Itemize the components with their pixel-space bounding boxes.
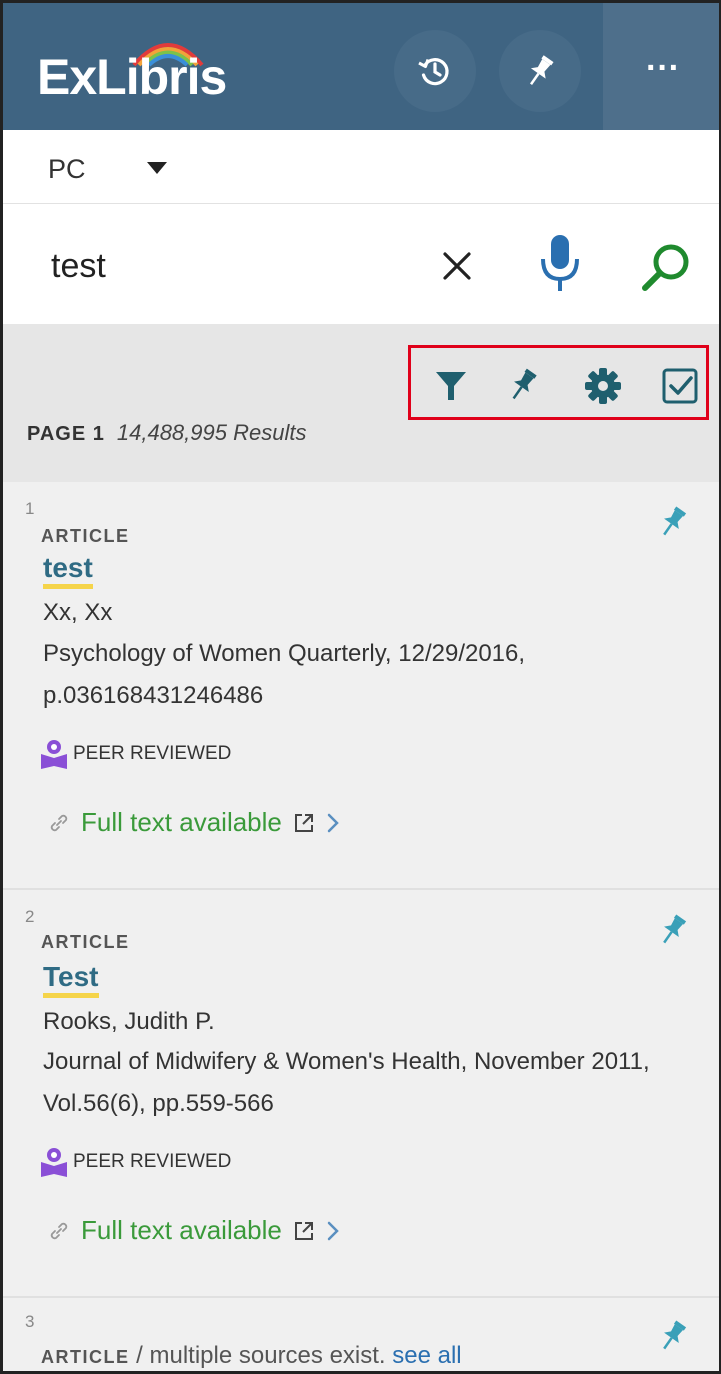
external-link-icon — [294, 813, 313, 832]
history-icon — [418, 58, 449, 86]
gear-icon — [585, 368, 621, 404]
result-source: Psychology of Women Quarterly, 12/29/201… — [43, 640, 526, 709]
result-title-link[interactable]: Test — [43, 962, 99, 998]
filter-icon — [436, 372, 466, 400]
pushpin-icon — [512, 368, 537, 400]
result-type-label: ARTICLE — [41, 1347, 130, 1367]
peer-reviewed-icon — [41, 1148, 67, 1177]
result-number: 2 — [25, 907, 35, 926]
caret-down-icon — [147, 162, 167, 174]
result-type: ARTICLE — [41, 526, 130, 546]
result-count: 14,488,995 Results — [116, 420, 307, 445]
more-menu-button[interactable]: ··· — [623, 51, 703, 93]
peer-reviewed-badge: PEER REVIEWED — [39, 738, 231, 770]
filter-button[interactable] — [430, 365, 472, 407]
peer-reviewed-icon — [41, 740, 67, 769]
result-author: Xx, Xx — [43, 599, 113, 626]
full-text-label: Full text available — [81, 1215, 282, 1245]
full-text-label: Full text available — [81, 807, 282, 837]
full-text-link[interactable]: Full text available — [47, 1215, 340, 1246]
scope-selected-value: PC — [48, 154, 86, 184]
result-type: ARTICLE — [41, 932, 130, 952]
top-bar: ExLibris ··· — [3, 3, 719, 130]
result-item: 3 ARTICLE / multiple sources exist. see … — [3, 1298, 719, 1371]
result-type: ARTICLE / multiple sources exist. see al… — [41, 1342, 462, 1370]
external-link-icon — [294, 1221, 313, 1240]
multiple-sources-note: / multiple sources exist. — [129, 1342, 393, 1369]
result-item: 2 ARTICLE Test Rooks, Judith P. Journal … — [3, 890, 719, 1298]
pushpin-icon — [530, 55, 554, 85]
result-number: 1 — [25, 499, 35, 518]
pushpin-icon[interactable] — [655, 1318, 689, 1356]
select-items-button[interactable] — [659, 365, 701, 407]
see-all-link[interactable]: see all — [392, 1342, 461, 1369]
pin-results-button[interactable] — [501, 365, 543, 407]
display-settings-button[interactable] — [582, 365, 624, 407]
peer-reviewed-label: PEER REVIEWED — [73, 1151, 232, 1172]
result-source: Journal of Midwifery & Women's Health, N… — [43, 1048, 650, 1117]
result-number: 3 — [25, 1312, 35, 1331]
link-icon — [50, 1222, 68, 1239]
result-title-link[interactable]: test — [43, 553, 93, 589]
my-favorites-button[interactable] — [499, 30, 581, 112]
chevron-right-icon — [327, 1221, 339, 1240]
search-icon[interactable] — [639, 240, 695, 296]
pushpin-icon[interactable] — [655, 912, 689, 950]
search-scope-dropdown[interactable]: PC — [3, 130, 719, 204]
app-frame: ExLibris ··· PC test PAGE 1 14,488,995 R… — [0, 0, 721, 1374]
results-summary: PAGE 1 14,488,995 Results — [27, 420, 306, 446]
pushpin-icon[interactable] — [655, 504, 689, 542]
checkbox-icon — [662, 368, 698, 404]
page-label: PAGE 1 — [27, 423, 105, 445]
search-bar — [3, 204, 719, 324]
close-icon[interactable] — [439, 248, 475, 284]
peer-reviewed-label: PEER REVIEWED — [73, 743, 232, 764]
search-input[interactable] — [51, 242, 391, 290]
chevron-right-icon — [327, 813, 339, 832]
peer-reviewed-badge: PEER REVIEWED — [39, 1146, 231, 1178]
exlibris-logo[interactable]: ExLibris — [37, 48, 227, 118]
link-icon — [50, 814, 68, 831]
microphone-icon[interactable] — [537, 233, 583, 295]
full-text-link[interactable]: Full text available — [47, 807, 340, 838]
results-header: PAGE 1 14,488,995 Results — [3, 324, 719, 482]
result-item: 1 ARTICLE test Xx, Xx Psychology of Wome… — [3, 482, 719, 890]
search-history-button[interactable] — [394, 30, 476, 112]
result-author: Rooks, Judith P. — [43, 1008, 215, 1035]
